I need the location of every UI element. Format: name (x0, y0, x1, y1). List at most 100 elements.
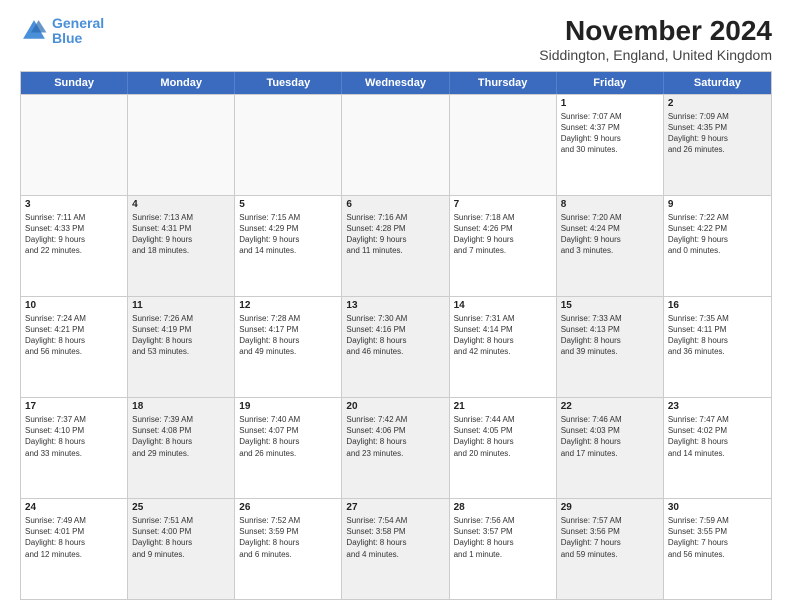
cell-info: Sunrise: 7:59 AM Sunset: 3:55 PM Dayligh… (668, 515, 767, 560)
calendar-cell: 27Sunrise: 7:54 AM Sunset: 3:58 PM Dayli… (342, 499, 449, 599)
page: General Blue November 2024 Siddington, E… (0, 0, 792, 612)
subtitle: Siddington, England, United Kingdom (539, 47, 772, 63)
cell-info: Sunrise: 7:39 AM Sunset: 4:08 PM Dayligh… (132, 414, 230, 459)
calendar-cell (450, 95, 557, 195)
cell-info: Sunrise: 7:24 AM Sunset: 4:21 PM Dayligh… (25, 313, 123, 358)
logo-text: General Blue (52, 16, 104, 47)
day-number: 12 (239, 300, 337, 311)
cell-info: Sunrise: 7:46 AM Sunset: 4:03 PM Dayligh… (561, 414, 659, 459)
day-number: 25 (132, 502, 230, 513)
calendar-cell: 12 Sunrise: 7:28 AM Sunset: 4:17 PM Dayli… (235, 297, 342, 397)
day-number: 22 (561, 401, 659, 412)
cell-info: Sunrise: 7:26 AM Sunset: 4:19 PM Dayligh… (132, 313, 230, 358)
calendar-cell: 22 Sunrise: 7:46 AM Sunset: 4:03 PM Dayli… (557, 398, 664, 498)
day-number: 17 (25, 401, 123, 412)
cell-info: Sunrise: 7:20 AM Sunset: 4:24 PM Dayligh… (561, 212, 659, 257)
cell-info: Sunrise: 7:44 AM Sunset: 4:05 PM Dayligh… (454, 414, 552, 459)
cell-info: Sunrise: 7:57 AM Sunset: 3:56 PM Dayligh… (561, 515, 659, 560)
cell-info: Sunrise: 7:30 AM Sunset: 4:16 PM Dayligh… (346, 313, 444, 358)
calendar-row-3: 17 Sunrise: 7:37 AM Sunset: 4:10 PM Dayli… (21, 397, 771, 498)
calendar-cell (21, 95, 128, 195)
day-number: 26 (239, 502, 337, 513)
cell-info: Sunrise: 7:51 AM Sunset: 4:00 PM Dayligh… (132, 515, 230, 560)
cell-info: Sunrise: 7:52 AM Sunset: 3:59 PM Dayligh… (239, 515, 337, 560)
day-number: 3 (25, 199, 123, 210)
cell-info: Sunrise: 7:49 AM Sunset: 4:01 PM Dayligh… (25, 515, 123, 560)
day-number: 16 (668, 300, 767, 311)
day-number: 13 (346, 300, 444, 311)
day-number: 1 (561, 98, 659, 109)
calendar-cell: 19Sunrise: 7:40 AM Sunset: 4:07 PM Dayli… (235, 398, 342, 498)
header-day-friday: Friday (557, 72, 664, 94)
calendar-cell: 4Sunrise: 7:13 AM Sunset: 4:31 PM Daylig… (128, 196, 235, 296)
day-number: 8 (561, 199, 659, 210)
header-day-wednesday: Wednesday (342, 72, 449, 94)
day-number: 11 (132, 300, 230, 311)
day-number: 18 (132, 401, 230, 412)
header-day-tuesday: Tuesday (235, 72, 342, 94)
calendar-cell (342, 95, 449, 195)
cell-info: Sunrise: 7:15 AM Sunset: 4:29 PM Dayligh… (239, 212, 337, 257)
day-number: 4 (132, 199, 230, 210)
cell-info: Sunrise: 7:37 AM Sunset: 4:10 PM Dayligh… (25, 414, 123, 459)
calendar-header: SundayMondayTuesdayWednesdayThursdayFrid… (21, 72, 771, 94)
calendar-row-2: 10 Sunrise: 7:24 AM Sunset: 4:21 PM Dayli… (21, 296, 771, 397)
calendar-cell: 1 Sunrise: 7:07 AM Sunset: 4:37 PM Daylig… (557, 95, 664, 195)
calendar-cell: 3 Sunrise: 7:11 AM Sunset: 4:33 PM Daylig… (21, 196, 128, 296)
day-number: 14 (454, 300, 552, 311)
day-number: 15 (561, 300, 659, 311)
cell-info: Sunrise: 7:11 AM Sunset: 4:33 PM Dayligh… (25, 212, 123, 257)
calendar-cell (235, 95, 342, 195)
day-number: 7 (454, 199, 552, 210)
header: General Blue November 2024 Siddington, E… (20, 16, 772, 63)
cell-info: Sunrise: 7:56 AM Sunset: 3:57 PM Dayligh… (454, 515, 552, 560)
header-day-sunday: Sunday (21, 72, 128, 94)
calendar-cell: 25 Sunrise: 7:51 AM Sunset: 4:00 PM Dayli… (128, 499, 235, 599)
logo: General Blue (20, 16, 104, 47)
cell-info: Sunrise: 7:07 AM Sunset: 4:37 PM Dayligh… (561, 111, 659, 156)
calendar-cell: 20Sunrise: 7:42 AM Sunset: 4:06 PM Dayli… (342, 398, 449, 498)
cell-info: Sunrise: 7:28 AM Sunset: 4:17 PM Dayligh… (239, 313, 337, 358)
calendar-cell: 11 Sunrise: 7:26 AM Sunset: 4:19 PM Dayli… (128, 297, 235, 397)
calendar-cell: 6 Sunrise: 7:16 AM Sunset: 4:28 PM Daylig… (342, 196, 449, 296)
day-number: 24 (25, 502, 123, 513)
calendar: SundayMondayTuesdayWednesdayThursdayFrid… (20, 71, 772, 600)
logo-line1: General (52, 15, 104, 31)
logo-line2: Blue (52, 30, 82, 46)
cell-info: Sunrise: 7:16 AM Sunset: 4:28 PM Dayligh… (346, 212, 444, 257)
day-number: 10 (25, 300, 123, 311)
logo-icon (20, 17, 48, 45)
calendar-cell: 10 Sunrise: 7:24 AM Sunset: 4:21 PM Dayli… (21, 297, 128, 397)
cell-info: Sunrise: 7:22 AM Sunset: 4:22 PM Dayligh… (668, 212, 767, 257)
day-number: 6 (346, 199, 444, 210)
day-number: 28 (454, 502, 552, 513)
calendar-cell: 30 Sunrise: 7:59 AM Sunset: 3:55 PM Dayli… (664, 499, 771, 599)
calendar-body: 1 Sunrise: 7:07 AM Sunset: 4:37 PM Daylig… (21, 94, 771, 599)
cell-info: Sunrise: 7:47 AM Sunset: 4:02 PM Dayligh… (668, 414, 767, 459)
calendar-cell: 29 Sunrise: 7:57 AM Sunset: 3:56 PM Dayli… (557, 499, 664, 599)
main-title: November 2024 (539, 16, 772, 47)
calendar-cell: 21Sunrise: 7:44 AM Sunset: 4:05 PM Dayli… (450, 398, 557, 498)
cell-info: Sunrise: 7:18 AM Sunset: 4:26 PM Dayligh… (454, 212, 552, 257)
calendar-cell: 2Sunrise: 7:09 AM Sunset: 4:35 PM Daylig… (664, 95, 771, 195)
cell-info: Sunrise: 7:31 AM Sunset: 4:14 PM Dayligh… (454, 313, 552, 358)
calendar-cell: 18 Sunrise: 7:39 AM Sunset: 4:08 PM Dayli… (128, 398, 235, 498)
day-number: 9 (668, 199, 767, 210)
calendar-cell: 23 Sunrise: 7:47 AM Sunset: 4:02 PM Dayli… (664, 398, 771, 498)
calendar-row-1: 3 Sunrise: 7:11 AM Sunset: 4:33 PM Daylig… (21, 195, 771, 296)
calendar-cell: 14 Sunrise: 7:31 AM Sunset: 4:14 PM Dayli… (450, 297, 557, 397)
cell-info: Sunrise: 7:33 AM Sunset: 4:13 PM Dayligh… (561, 313, 659, 358)
day-number: 30 (668, 502, 767, 513)
cell-info: Sunrise: 7:42 AM Sunset: 4:06 PM Dayligh… (346, 414, 444, 459)
day-number: 23 (668, 401, 767, 412)
day-number: 29 (561, 502, 659, 513)
calendar-cell: 8 Sunrise: 7:20 AM Sunset: 4:24 PM Daylig… (557, 196, 664, 296)
header-day-monday: Monday (128, 72, 235, 94)
day-number: 27 (346, 502, 444, 513)
calendar-cell: 26 Sunrise: 7:52 AM Sunset: 3:59 PM Dayli… (235, 499, 342, 599)
calendar-cell: 7 Sunrise: 7:18 AM Sunset: 4:26 PM Daylig… (450, 196, 557, 296)
calendar-row-4: 24 Sunrise: 7:49 AM Sunset: 4:01 PM Dayli… (21, 498, 771, 599)
calendar-cell: 15 Sunrise: 7:33 AM Sunset: 4:13 PM Dayli… (557, 297, 664, 397)
day-number: 5 (239, 199, 337, 210)
calendar-cell: 16Sunrise: 7:35 AM Sunset: 4:11 PM Dayli… (664, 297, 771, 397)
